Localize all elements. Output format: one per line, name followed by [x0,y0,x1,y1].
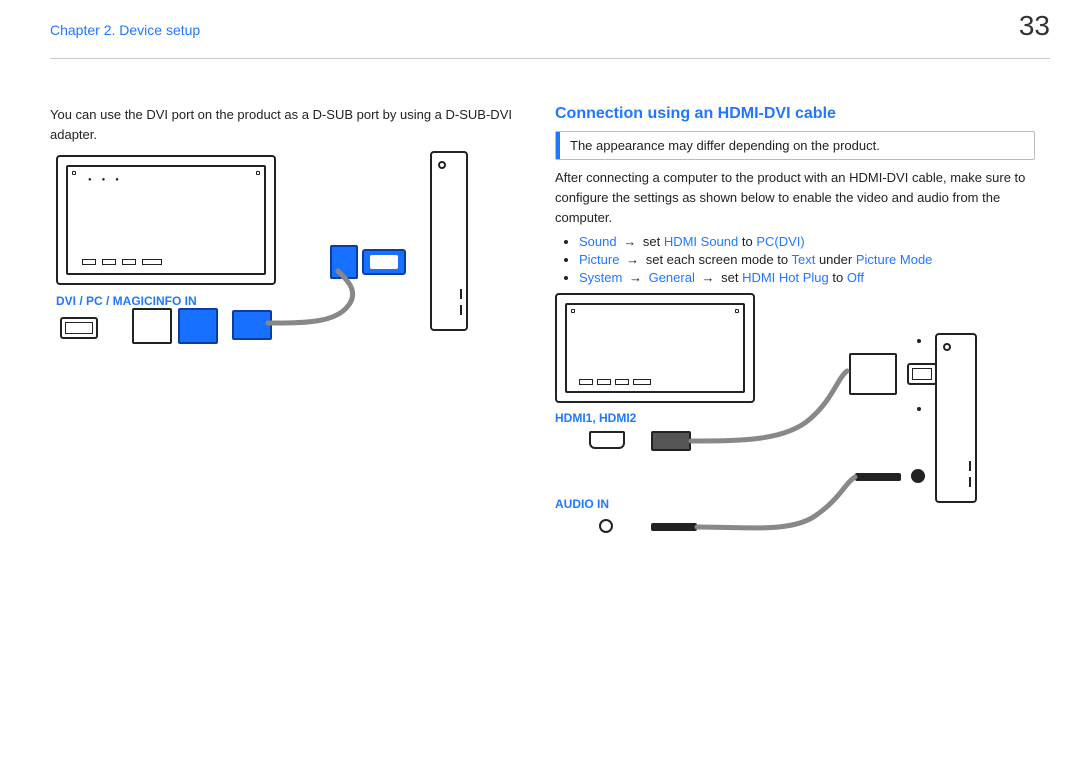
menu-path-system: System → General → set HDMI Hot Plug to … [579,270,1035,285]
menu-path-sound: Sound → set HDMI Sound to PC(DVI) [579,234,1035,249]
callout-text: The appearance may differ depending on t… [570,138,880,153]
menu-path-picture: Picture → set each screen mode to Text u… [579,252,1035,267]
callout-bar-icon [556,132,560,159]
audio-cable-icon [555,291,1025,591]
chapter-label: Chapter 2. Device setup [50,22,200,38]
page-number: 33 [1019,10,1050,42]
dsub-intro-text: You can use the DVI port on the product … [50,105,530,145]
hdmi-dvi-intro-text: After connecting a computer to the produ… [555,168,1035,228]
header-divider [50,58,1050,59]
cable-icon [50,151,480,391]
appearance-callout: The appearance may differ depending on t… [555,131,1035,160]
section-title: Connection using an HDMI-DVI cable [555,105,1035,123]
